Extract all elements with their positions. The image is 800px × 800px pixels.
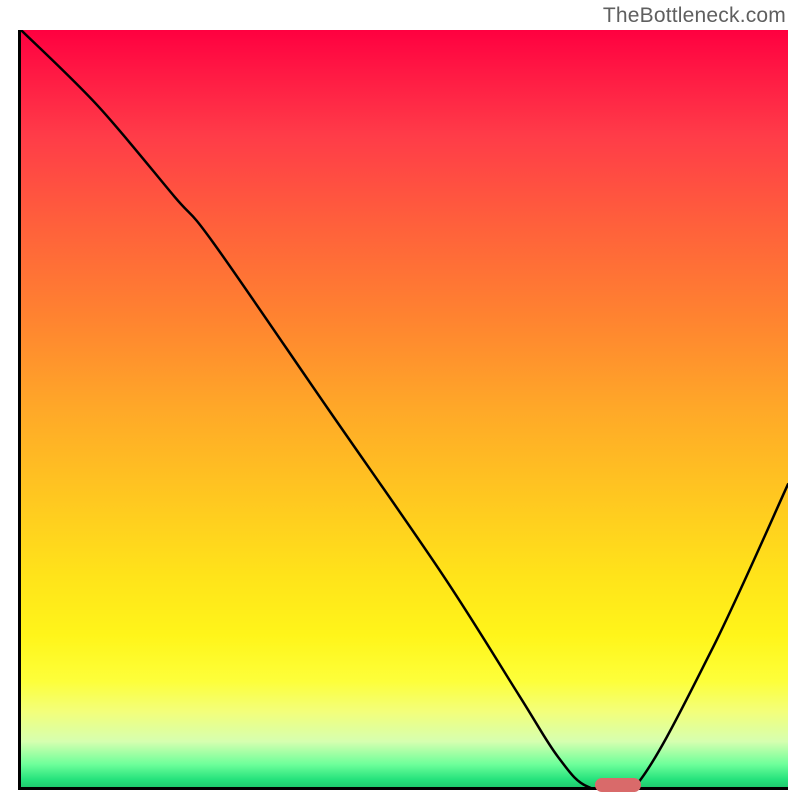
chart-plot-area <box>18 30 788 790</box>
bottleneck-curve-path <box>21 30 788 787</box>
highlight-marker <box>595 778 642 792</box>
chart-line-svg <box>21 30 788 787</box>
watermark-text: TheBottleneck.com <box>603 4 786 28</box>
